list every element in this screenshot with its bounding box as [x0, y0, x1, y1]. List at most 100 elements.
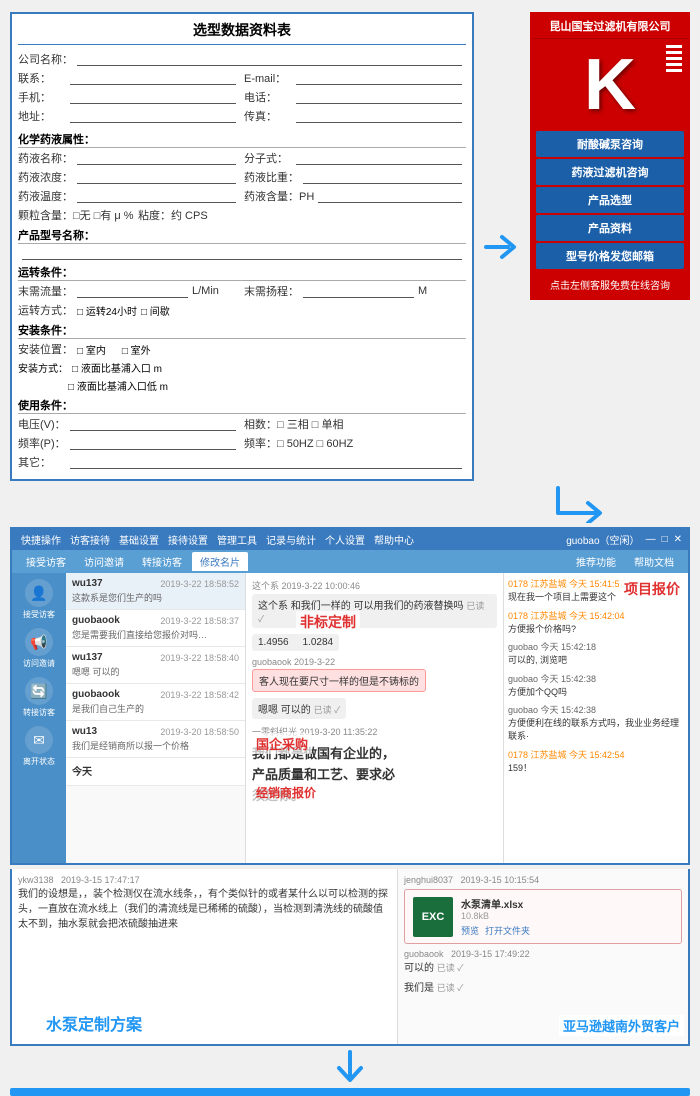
sidebar-icon-transfer[interactable]: 🔄 转接访客 — [23, 677, 55, 718]
file-info: 水泵清单.xlsx 10.8kB 预览 打开文件夹 — [461, 896, 673, 937]
list-item-2[interactable]: guobaook 2019-3-22 18:58:37 您是需要我们直接给您报价… — [66, 610, 245, 647]
brand-menu: 耐酸碱泵咨询 药液过滤机咨询 产品选型 产品资料 型号价格发您邮箱 — [532, 127, 688, 273]
transfer-label: 转接访客 — [23, 707, 55, 718]
label-amazon: 亚马逊越南外贸客户 — [559, 1015, 684, 1036]
toolbar-item-1[interactable]: 快捷操作 — [18, 531, 64, 548]
phone-tel-row: 手机： 电话： — [18, 89, 466, 108]
chat-main-pane: 这个系 2019-3-22 10:00:46 这个系 和我们一样的 可以用我们的… — [246, 573, 503, 863]
usage-section: 使用条件： — [18, 397, 466, 414]
nav-item-help-doc[interactable]: 帮助文档 — [626, 552, 682, 571]
outdoor-checkbox[interactable]: □ 室外 — [122, 342, 151, 357]
preview-button[interactable]: 预览 — [461, 924, 479, 937]
file-actions: 预览 打开文件夹 — [461, 924, 673, 937]
bottom-right-msg-1: jenghui8037 2019-3-15 10:15:54 EXC 水泵清单.… — [404, 875, 682, 944]
bottom-arrow-down — [0, 1050, 700, 1082]
toolbar-item-7[interactable]: 个人设置 — [322, 531, 368, 548]
brand-menu-item-5[interactable]: 型号价格发您邮箱 — [536, 243, 684, 269]
nav-item-transfer[interactable]: 转接访客 — [134, 552, 190, 571]
brand-footer: 点击左侧客服免费在线咨询 — [532, 273, 688, 298]
address-fax-row: 地址： 传真： — [18, 108, 466, 127]
indoor-checkbox[interactable]: □ 室内 — [77, 342, 106, 357]
nav-item-modify[interactable]: 修改名片 — [192, 552, 248, 571]
sidebar-icon-receive[interactable]: 👤 接受访客 — [23, 579, 55, 620]
msg-2: 1.4956 1.0284 — [252, 634, 497, 651]
immersion-label: □ 液面比基浦入口 m — [72, 360, 162, 375]
chat-section: 快捷操作 访客接待 基础设置 接待设置 管理工具 记录与统计 个人设置 帮助中心… — [10, 527, 690, 865]
solid-label: 药液含量：PH — [244, 188, 314, 204]
bottom-blue-line — [10, 1088, 690, 1096]
brand-header: 昆山国宝过滤机有限公司 — [532, 14, 688, 39]
receive-icon: 👤 — [25, 579, 53, 607]
email-label: E-mail： — [244, 70, 292, 86]
file-size: 10.8kB — [461, 911, 673, 921]
chat-list-pane[interactable]: wu137 2019-3-22 18:58:52 这款系是您们生产的吗 guob… — [66, 573, 246, 863]
sidebar-icon-leave[interactable]: ✉ 离开状态 — [23, 726, 55, 767]
gravity-label: 药液比重： — [244, 169, 299, 185]
list-item-3[interactable]: wu137 2019-3-22 18:58:40 嗯嗯 可以的 — [66, 647, 245, 684]
maximize-icon[interactable]: □ — [662, 534, 668, 545]
file-icon-excel: EXC — [413, 897, 453, 937]
file-attachment: EXC 水泵清单.xlsx 10.8kB 预览 打开文件夹 — [404, 889, 682, 944]
msg-1: 这个系 2019-3-22 10:00:46 这个系 和我们一样的 可以用我们的… — [252, 579, 497, 628]
bottom-right-msg-2: guobaook 2019-3-15 17:49:22 可以的 已读 ✓ — [404, 949, 682, 976]
contact-label: 联系： — [18, 70, 66, 86]
msg-bubble-1: 这个系 和我们一样的 可以用我们的药液替换吗 已读 ✓ — [252, 594, 497, 628]
toolbar-item-5[interactable]: 管理工具 — [214, 531, 260, 548]
leave-icon: ✉ — [25, 726, 53, 754]
intermittent-checkbox[interactable]: □ 间歇 — [141, 303, 170, 318]
minimize-icon[interactable]: — — [646, 534, 656, 545]
bottom-body: ykw3138 2019-3-15 17:47:17 我们的设想是，，装个检测仪… — [12, 869, 688, 1044]
invite-label: 访问邀请 — [23, 658, 55, 669]
contact-email-row: 联系： E-mail： — [18, 70, 466, 89]
list-item-4[interactable]: guobaook 2019-3-22 18:58:42 是我们自己生产的 — [66, 684, 245, 721]
brand-logo-area: K — [532, 39, 688, 127]
chat-wrapper: 快捷操作 访客接待 基础设置 接待设置 管理工具 记录与统计 个人设置 帮助中心… — [0, 527, 700, 1096]
brand-menu-item-2[interactable]: 药液过滤机咨询 — [536, 159, 684, 185]
nav-item-recommend[interactable]: 推荐功能 — [568, 552, 624, 571]
sidebar-icon-invite[interactable]: 📢 访问邀请 — [23, 628, 55, 669]
brand-menu-item-1[interactable]: 耐酸碱泵咨询 — [536, 131, 684, 157]
toolbar-item-6[interactable]: 记录与统计 — [263, 531, 319, 548]
range-label: 末需扬程： — [244, 283, 299, 299]
phase-label: 相数：□ 三相 □ 单相 — [244, 416, 343, 432]
company-input[interactable] — [77, 52, 462, 66]
leave-label: 离开状态 — [23, 756, 55, 767]
company-row: 公司名称： — [18, 51, 466, 67]
brand-k-letter: K — [532, 49, 688, 121]
toolbar-item-2[interactable]: 访客接待 — [67, 531, 113, 548]
list-item-5[interactable]: wu13 2019-3-20 18:58:50 我们是经销商所以报一个价格 — [66, 721, 245, 758]
continuous-checkbox[interactable]: □ 运转24小时 — [77, 303, 137, 318]
toolbar-item-4[interactable]: 接待设置 — [165, 531, 211, 548]
status-user: guobao（空闲） — [566, 532, 639, 547]
product-section: 产品型号名称： — [18, 227, 466, 244]
brand-menu-item-4[interactable]: 产品资料 — [536, 215, 684, 241]
temperature-label: 药液温度： — [18, 188, 73, 204]
file-name: 水泵清单.xlsx — [461, 896, 673, 911]
mode-label: 运转方式： — [18, 302, 73, 318]
toolbar-item-3[interactable]: 基础设置 — [116, 531, 162, 548]
close-icon[interactable]: ✕ — [674, 534, 682, 545]
msg-bubble-3: 客人现在要尺寸一样的但是不铸标的 — [252, 669, 426, 692]
form-card: 选型数据资料表 公司名称： 联系： E-mail： 手机： 电话： — [10, 12, 474, 481]
chat-toolbar: 快捷操作 访客接待 基础设置 接待设置 管理工具 记录与统计 个人设置 帮助中心… — [12, 529, 688, 550]
toolbar-item-8[interactable]: 帮助中心 — [371, 531, 417, 548]
right-msg-6: 0178 江苏盐城 今天 15:42:54 159！ — [508, 748, 684, 775]
nav-item-receive[interactable]: 接受访客 — [18, 552, 74, 571]
msg-big-5: 我们都是做国有企业的，产品质量和工艺、要求必须达标。 — [252, 740, 497, 810]
chat-right-pane[interactable]: 0178 江苏盐城 今天 15:41:57 现在我一个项目上需要这个 0178 … — [503, 573, 688, 863]
viscosity-label: 粘度：约 CPS — [138, 207, 208, 223]
open-folder-button[interactable]: 打开文件夹 — [485, 924, 530, 937]
receive-label: 接受访客 — [23, 609, 55, 620]
voltage-label: 电压(V)： — [18, 416, 66, 432]
brand-menu-item-3[interactable]: 产品选型 — [536, 187, 684, 213]
flow-label: 末需流量： — [18, 283, 73, 299]
concentration-label: 药液浓度： — [18, 169, 73, 185]
chat-messages[interactable]: 这个系 2019-3-22 10:00:46 这个系 和我们一样的 可以用我们的… — [246, 573, 503, 863]
right-msg-2: 0178 江苏盐城 今天 15:42:04 方便报个价格吗? — [508, 609, 684, 636]
chat-bottom-section: ykw3138 2019-3-15 17:47:17 我们的设想是，，装个检测仪… — [10, 869, 690, 1046]
nav-item-invite[interactable]: 访问邀请 — [76, 552, 132, 571]
list-item-1[interactable]: wu137 2019-3-22 18:58:52 这款系是您们生产的吗 — [66, 573, 245, 610]
brand-k-bars — [666, 45, 682, 72]
install-location-label: 安装位置： — [18, 341, 73, 357]
right-msg-1: 0178 江苏盐城 今天 15:41:57 现在我一个项目上需要这个 — [508, 577, 684, 604]
